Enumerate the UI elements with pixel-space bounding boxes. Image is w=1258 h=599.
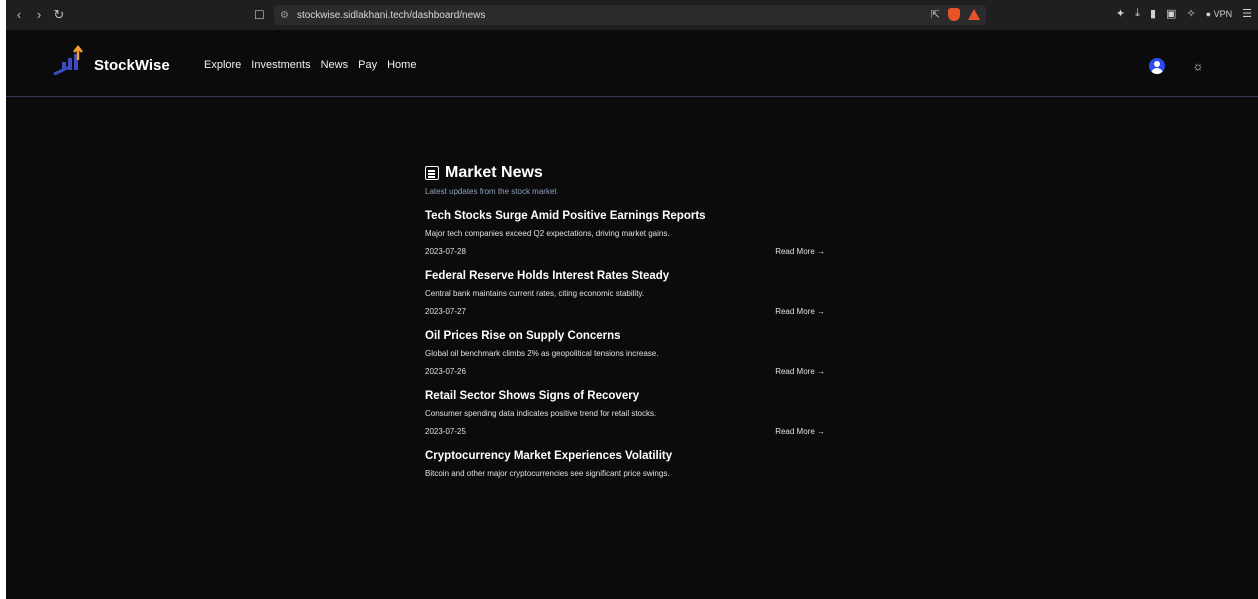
address-bar[interactable]: ⚙ stockwise.sidlakhani.tech/dashboard/ne… xyxy=(274,5,986,25)
site-info-icon[interactable]: ⚙ xyxy=(280,10,289,21)
read-more-link[interactable]: Read More → xyxy=(775,307,825,316)
news-article: Oil Prices Rise on Supply Concerns Globa… xyxy=(425,330,845,376)
nav-investments[interactable]: Investments xyxy=(251,59,310,71)
address-bar-actions: ⇱ xyxy=(931,8,980,21)
read-more-link[interactable]: Read More → xyxy=(775,247,825,256)
app-header: StockWise Explore Investments News Pay H… xyxy=(6,30,1258,97)
user-avatar-icon[interactable] xyxy=(1149,58,1165,74)
article-title: Retail Sector Shows Signs of Recovery xyxy=(425,390,640,402)
read-more-link[interactable]: Read More → xyxy=(775,367,825,376)
reload-icon[interactable]: ↻ xyxy=(52,8,66,22)
address-bar-url: stockwise.sidlakhani.tech/dashboard/news xyxy=(296,9,486,21)
forward-icon[interactable]: › xyxy=(32,8,46,22)
vpn-label: VPN xyxy=(1213,8,1233,19)
news-article: Tech Stocks Surge Amid Positive Earnings… xyxy=(425,210,845,256)
article-description: Central bank maintains current rates, ci… xyxy=(425,289,645,298)
browser-actions: ✦ ⤓ ▮ ▣ ✧ ● VPN ☰ xyxy=(1116,7,1252,20)
nav-explore[interactable]: Explore xyxy=(204,59,241,71)
article-title: Cryptocurrency Market Experiences Volati… xyxy=(425,450,673,462)
news-heading: Market News xyxy=(425,164,845,182)
wallet-icon[interactable]: ▣ xyxy=(1166,7,1176,20)
nav-news[interactable]: News xyxy=(321,59,349,71)
read-more-link[interactable]: Read More → xyxy=(775,427,825,436)
main-nav: Explore Investments News Pay Home xyxy=(204,59,416,71)
news-subtitle: Latest updates from the stock market xyxy=(425,187,557,196)
news-article: Federal Reserve Holds Interest Rates Ste… xyxy=(425,270,845,316)
share-icon[interactable]: ⇱ xyxy=(931,8,940,21)
leo-icon[interactable]: ✧ xyxy=(1186,7,1195,20)
article-description: Global oil benchmark climbs 2% as geopol… xyxy=(425,349,659,358)
browser-toolbar: ‹ › ↻ ☐ ⚙ stockwise.sidlakhani.tech/dash… xyxy=(6,0,1258,30)
article-title: Oil Prices Rise on Supply Concerns xyxy=(425,330,621,342)
news-title: Market News xyxy=(445,164,543,181)
download-icon[interactable]: ⤓ xyxy=(1135,7,1140,20)
bookmark-icon[interactable]: ☐ xyxy=(254,8,268,22)
extensions-icon[interactable]: ✦ xyxy=(1116,7,1125,20)
brand-name[interactable]: StockWise xyxy=(94,57,170,74)
article-description: Bitcoin and other major cryptocurrencies… xyxy=(425,469,670,478)
news-article: Retail Sector Shows Signs of Recovery Co… xyxy=(425,390,845,436)
menu-icon[interactable]: ☰ xyxy=(1242,7,1252,20)
back-icon[interactable]: ‹ xyxy=(12,8,26,22)
sidebar-icon[interactable]: ▮ xyxy=(1150,7,1156,20)
newspaper-icon xyxy=(425,166,439,180)
brave-rewards-icon[interactable] xyxy=(968,9,980,20)
stockwise-logo-icon[interactable] xyxy=(50,44,86,80)
brave-shields-icon[interactable] xyxy=(948,8,960,21)
article-title: Federal Reserve Holds Interest Rates Ste… xyxy=(425,270,670,282)
news-article: Cryptocurrency Market Experiences Volati… xyxy=(425,450,845,478)
article-description: Major tech companies exceed Q2 expectati… xyxy=(425,229,670,238)
browser-window: ‹ › ↻ ☐ ⚙ stockwise.sidlakhani.tech/dash… xyxy=(6,0,1258,599)
article-title: Tech Stocks Surge Amid Positive Earnings… xyxy=(425,210,706,222)
vpn-button[interactable]: ● VPN xyxy=(1206,9,1232,19)
article-description: Consumer spending data indicates positiv… xyxy=(425,409,657,418)
market-news-section: Market News Latest updates from the stoc… xyxy=(425,164,845,478)
theme-toggle-sun-icon[interactable]: ☼ xyxy=(1190,58,1206,74)
nav-home[interactable]: Home xyxy=(387,59,416,71)
nav-pay[interactable]: Pay xyxy=(358,59,377,71)
